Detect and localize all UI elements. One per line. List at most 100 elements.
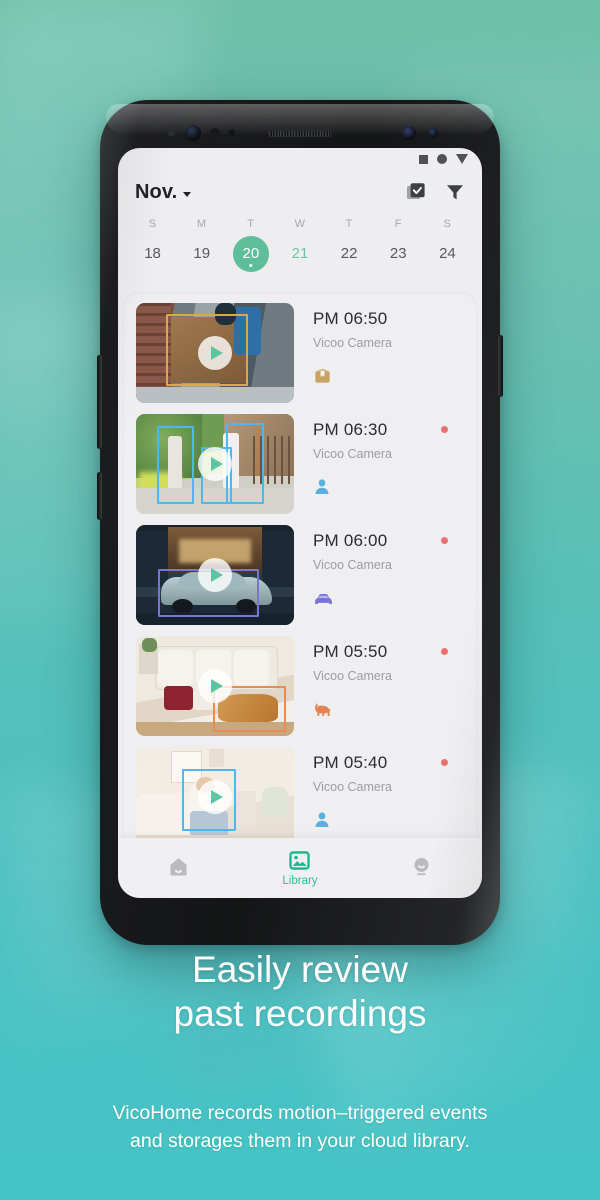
nav-item-library[interactable]: Library xyxy=(239,849,360,887)
event-thumbnail[interactable] xyxy=(136,525,294,625)
unread-indicator xyxy=(441,426,448,433)
volume-button[interactable] xyxy=(97,355,102,449)
phone-screen: Nov. S M T W T F S 18 19 20 21 22 23 24 PM 06:… xyxy=(118,148,482,898)
nav-label-library: Library xyxy=(282,875,318,887)
detection-box-0 xyxy=(156,426,195,504)
event-thumbnail[interactable] xyxy=(136,747,294,838)
calendar-dow-0: S xyxy=(128,214,177,230)
event-time: PM 06:50 xyxy=(313,309,388,328)
event-list-item[interactable]: PM 05:50 Vicoo Camera xyxy=(124,636,476,747)
calendar-day-number: 21 xyxy=(291,245,309,262)
event-camera-name: Vicoo Camera xyxy=(313,447,392,461)
earpiece-speaker-icon xyxy=(268,130,332,137)
headline-line-2: past recordings xyxy=(173,993,427,1035)
calendar-day-number: 23 xyxy=(389,245,407,262)
calendar-dow-label: S xyxy=(443,218,452,230)
sensor-right-a-icon xyxy=(402,126,416,140)
calendar-day-18[interactable]: 18 xyxy=(128,230,177,278)
square-icon xyxy=(419,154,428,164)
calendar-dow-4: T xyxy=(325,214,374,230)
unread-indicator xyxy=(441,537,448,544)
unread-indicator xyxy=(441,759,448,766)
event-info: PM 06:00 Vicoo Camera xyxy=(294,525,464,625)
month-label: Nov. xyxy=(135,180,178,203)
calendar-day-number: 18 xyxy=(144,245,161,262)
marketing-headline: Easily review past recordings xyxy=(0,948,600,1037)
event-list-card: PM 06:50 Vicoo Camera PM 06:30 Vicoo Camera… xyxy=(124,294,476,838)
event-thumbnail[interactable] xyxy=(136,303,294,403)
event-thumbnail[interactable] xyxy=(136,414,294,514)
subcopy-line-1: VicoHome records motion–triggered events xyxy=(112,1102,488,1124)
event-thumbnail[interactable] xyxy=(136,636,294,736)
event-info: PM 06:30 Vicoo Camera xyxy=(294,414,464,514)
status-bar xyxy=(118,148,482,170)
multi-select-checkbox-icon xyxy=(407,183,425,199)
play-button[interactable] xyxy=(198,780,232,814)
calendar-day-number: 19 xyxy=(193,245,211,262)
event-camera-name: Vicoo Camera xyxy=(313,669,392,683)
filter-funnel-icon xyxy=(447,185,463,200)
proximity-sensor-icon xyxy=(228,129,235,137)
multi-select-button[interactable] xyxy=(406,182,426,202)
package-icon xyxy=(315,368,330,383)
calendar-day-21[interactable]: 21 xyxy=(275,230,324,278)
play-button[interactable] xyxy=(198,336,232,370)
person-icon xyxy=(315,812,329,828)
calendar-dow-label: T xyxy=(345,218,353,230)
bottom-navigation: Library xyxy=(118,838,482,898)
calendar-dow-3: W xyxy=(275,214,324,230)
play-button[interactable] xyxy=(198,447,232,481)
event-category-tag xyxy=(313,476,464,498)
sensor-led-icon xyxy=(168,129,175,137)
library-image-icon xyxy=(289,851,311,870)
month-selector[interactable]: Nov. xyxy=(135,180,192,204)
dog-icon xyxy=(315,703,331,716)
app-header: Nov. xyxy=(118,170,482,214)
calendar-dow-label: T xyxy=(247,218,255,230)
phone-device: Nov. S M T W T F S 18 19 20 21 22 23 24 PM 06:… xyxy=(97,100,503,945)
nav-item-profile[interactable] xyxy=(361,855,482,881)
nav-item-home[interactable] xyxy=(118,855,239,881)
calendar-day-19[interactable]: 19 xyxy=(177,230,226,278)
filter-button[interactable] xyxy=(445,182,465,202)
unread-indicator xyxy=(441,648,448,655)
car-icon xyxy=(315,593,332,604)
profile-icon xyxy=(414,857,429,876)
calendar-dow-label: W xyxy=(294,218,306,230)
person-icon xyxy=(315,479,329,495)
power-button[interactable] xyxy=(498,335,503,397)
play-button[interactable] xyxy=(198,669,232,703)
event-list[interactable]: PM 06:50 Vicoo Camera PM 06:30 Vicoo Camera… xyxy=(124,294,476,838)
event-list-item[interactable]: PM 06:30 Vicoo Camera xyxy=(124,414,476,525)
event-info: PM 05:50 Vicoo Camera xyxy=(294,636,464,736)
event-info: PM 05:40 Vicoo Camera xyxy=(294,747,464,838)
headline-line-1: Easily review xyxy=(192,949,408,990)
marketing-subcopy: VicoHome records motion–triggered events… xyxy=(0,1100,600,1155)
calendar-day-23[interactable]: 23 xyxy=(374,230,423,278)
triangle-icon xyxy=(456,154,468,164)
calendar-day-number: 24 xyxy=(439,245,456,262)
assistant-button[interactable] xyxy=(97,472,102,520)
calendar-dow-2: T xyxy=(226,214,275,230)
calendar-dow-label: M xyxy=(196,218,207,230)
calendar-dow-label: F xyxy=(394,218,402,230)
calendar-dow-6: S xyxy=(423,214,472,230)
front-sensor-array xyxy=(100,122,500,144)
subcopy-line-2: and storages them in your cloud library. xyxy=(130,1129,470,1152)
weekday-number-row: 18 19 20 21 22 23 24 xyxy=(128,230,472,278)
circle-icon xyxy=(437,154,447,164)
calendar-day-20[interactable]: 20 xyxy=(226,230,275,278)
front-camera-icon xyxy=(185,125,201,141)
event-list-item[interactable]: PM 06:50 Vicoo Camera xyxy=(124,303,476,414)
event-camera-name: Vicoo Camera xyxy=(313,558,392,572)
event-list-item[interactable]: PM 06:00 Vicoo Camera xyxy=(124,525,476,636)
calendar-dow-1: M xyxy=(177,214,226,230)
calendar-day-24[interactable]: 24 xyxy=(423,230,472,278)
play-button[interactable] xyxy=(198,558,232,592)
iris-scanner-icon xyxy=(210,128,220,138)
sensor-right-b-icon xyxy=(428,128,438,138)
calendar-day-22[interactable]: 22 xyxy=(325,230,374,278)
event-list-item[interactable]: PM 05:40 Vicoo Camera xyxy=(124,747,476,838)
calendar-day-number: 20 xyxy=(232,236,269,272)
event-camera-name: Vicoo Camera xyxy=(313,780,392,794)
